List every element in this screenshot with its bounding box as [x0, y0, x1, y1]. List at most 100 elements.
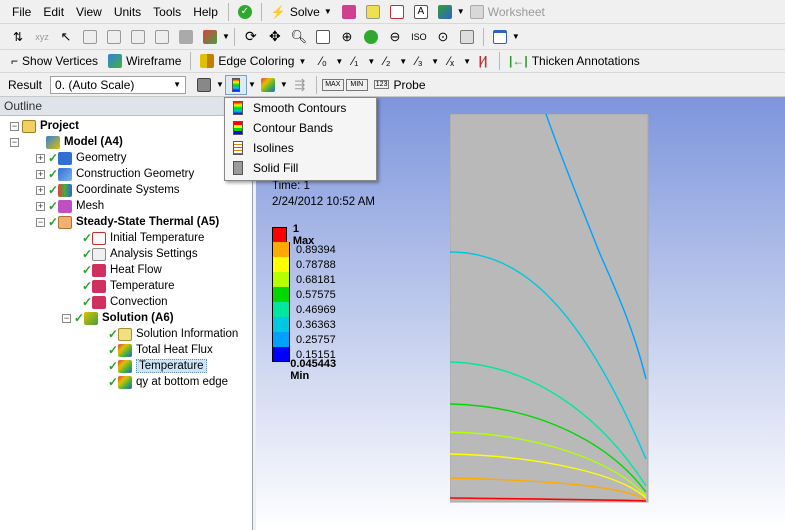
menu-help[interactable]: Help — [187, 1, 224, 23]
tree-node-solution-information[interactable]: ✓ Solution Information — [108, 326, 238, 342]
chevron-down-icon[interactable]: ▼ — [248, 80, 256, 89]
zoom-fit-icon[interactable]: ⊕ — [336, 27, 358, 47]
tree-node-temperature-bc[interactable]: ✓ Temperature — [82, 278, 175, 294]
tree-node-coordinate-systems[interactable]: + ✓ Coordinate Systems — [36, 182, 180, 198]
coordinate-select-icon: xyz — [35, 31, 49, 42]
probe-tool-icon[interactable] — [338, 2, 360, 22]
menu-edit[interactable]: Edit — [37, 1, 70, 23]
probe-icon: 123 — [373, 80, 390, 89]
chevron-down-icon[interactable]: ▼ — [399, 57, 407, 66]
edge-style-1-icon[interactable]: ⁄₁ — [344, 51, 366, 71]
comment-icon[interactable] — [362, 2, 384, 22]
probe-button[interactable]: 123 Probe — [369, 75, 431, 95]
chevron-down-icon[interactable]: ▼ — [457, 7, 465, 16]
max-icon[interactable]: MAX — [321, 78, 344, 91]
select-mode-icon[interactable]: ⇅ — [7, 27, 29, 47]
menu-file[interactable]: File — [6, 1, 37, 23]
cube-select-icon[interactable] — [199, 27, 221, 47]
geometry-display-icon[interactable] — [193, 75, 215, 95]
tree-node-model[interactable]: − Model (A4) — [10, 134, 123, 150]
legend-swatch — [272, 302, 290, 317]
chevron-down-icon[interactable]: ▼ — [367, 57, 375, 66]
collapse-icon[interactable]: − — [36, 217, 45, 227]
chevron-down-icon[interactable]: ▼ — [431, 57, 439, 66]
select-body-icon[interactable] — [151, 27, 173, 47]
edge-toolbar: ⌐ Show Vertices Wireframe Edge Coloring … — [0, 50, 785, 73]
wireframe-button[interactable]: Wireframe — [103, 51, 186, 71]
result-icon — [118, 359, 132, 373]
solve-button[interactable]: ⚡ Solve ▼ — [266, 2, 337, 22]
box-zoom-icon[interactable] — [312, 27, 334, 47]
zoom-to-fit-icon[interactable] — [360, 27, 382, 47]
menu-view[interactable]: View — [70, 1, 108, 23]
expand-icon[interactable]: + — [36, 201, 45, 211]
tree-node-analysis-settings[interactable]: ✓ Analysis Settings — [82, 246, 198, 262]
collapse-icon[interactable]: − — [10, 121, 19, 131]
vector-icon: ⇶ — [294, 76, 306, 92]
checkmark-icon: ✓ — [48, 183, 59, 197]
chevron-down-icon[interactable]: ▼ — [512, 32, 520, 41]
menu-item-smooth-contours[interactable]: Smooth Contours — [225, 98, 376, 118]
tree-node-total-heat-flux[interactable]: ✓ Total Heat Flux — [108, 342, 213, 358]
select-vertex-icon[interactable] — [79, 27, 101, 47]
chevron-down-icon[interactable]: ▼ — [335, 57, 343, 66]
min-icon[interactable]: MIN — [345, 78, 368, 91]
tree-node-geometry[interactable]: + ✓ Geometry — [36, 150, 127, 166]
edge-style-2-icon[interactable]: ⁄₂ — [376, 51, 398, 71]
tree-node-construction-geometry[interactable]: + ✓ Construction Geometry — [36, 166, 194, 182]
menu-tools[interactable]: Tools — [147, 1, 187, 23]
menu-item-isolines[interactable]: Isolines — [225, 138, 376, 158]
previous-view-icon[interactable]: ISO — [408, 27, 430, 47]
edge-style-0-icon[interactable]: ⁄₀ — [312, 51, 334, 71]
edge-style-x-icon[interactable]: ⁄ₓ — [440, 51, 462, 71]
collapse-icon[interactable]: − — [10, 137, 19, 147]
contour-type-icon[interactable] — [224, 74, 247, 95]
chart-icon[interactable] — [386, 2, 408, 22]
magnifier-icon[interactable]: ⊖ — [384, 27, 406, 47]
select-node-icon[interactable] — [175, 27, 197, 47]
edge-coloring-button[interactable]: Edge Coloring ▼ — [195, 51, 311, 71]
pan-icon[interactable]: ✥ — [264, 27, 286, 47]
tree-node-solution[interactable]: − ✓ Solution (A6) — [62, 310, 174, 326]
print-icon[interactable] — [456, 27, 478, 47]
image-icon[interactable] — [434, 2, 456, 22]
legend-entry: 0.89394 — [272, 242, 336, 257]
check-icon[interactable]: ✓ — [234, 2, 256, 22]
next-view-icon[interactable]: ⊙ — [432, 27, 454, 47]
tree-node-steady-state-thermal[interactable]: − ✓ Steady-State Thermal (A5) — [36, 214, 219, 230]
legend-swatch — [272, 272, 290, 287]
expand-icon[interactable]: + — [36, 169, 45, 179]
expand-icon[interactable]: + — [36, 153, 45, 163]
select-edge-icon[interactable] — [103, 27, 125, 47]
tree-node-heat-flow[interactable]: ✓ Heat Flow — [82, 262, 162, 278]
tree-node-temperature-result[interactable]: ✓ Temperature — [108, 358, 207, 374]
tree-node-convection[interactable]: ✓ Convection — [82, 294, 168, 310]
tree-node-project[interactable]: − Project — [10, 118, 79, 134]
edge-style-3-icon[interactable]: ⁄₃ — [408, 51, 430, 71]
show-vertices-button[interactable]: ⌐ Show Vertices — [6, 51, 103, 71]
mesh-icon — [58, 199, 72, 213]
thicken-annotations-button[interactable]: |←| Thicken Annotations — [504, 51, 645, 71]
tree-node-mesh[interactable]: + ✓ Mesh — [36, 198, 104, 214]
menu-item-contour-bands[interactable]: Contour Bands — [225, 118, 376, 138]
collapse-icon[interactable]: − — [62, 313, 71, 323]
annotation-icon[interactable]: A — [410, 2, 432, 22]
select-face-icon[interactable] — [127, 27, 149, 47]
menu-item-solid-fill[interactable]: Solid Fill — [225, 158, 376, 178]
rotate-icon[interactable]: ⟳ — [240, 27, 262, 47]
tree-node-qy-bottom-edge[interactable]: ✓ qy at bottom edge — [108, 374, 228, 390]
chevron-down-icon[interactable]: ▼ — [216, 80, 224, 89]
scale-combo[interactable]: 0. (Auto Scale) ▼ — [50, 75, 187, 94]
thin-edge-icon[interactable]: |⁄| — [472, 51, 494, 71]
chevron-down-icon[interactable]: ▼ — [280, 80, 288, 89]
expand-icon[interactable]: + — [36, 185, 45, 195]
cursor-icon[interactable]: ↖ — [55, 27, 77, 47]
chevron-down-icon[interactable]: ▼ — [222, 32, 230, 41]
menu-units[interactable]: Units — [108, 1, 147, 23]
project-icon — [22, 119, 36, 133]
chevron-down-icon[interactable]: ▼ — [463, 57, 471, 66]
zoom-icon[interactable]: 🔍︎ — [288, 27, 310, 47]
edges-display-icon[interactable] — [257, 75, 279, 95]
tree-node-initial-temperature[interactable]: ✓ Initial Temperature — [82, 230, 204, 246]
window-icon[interactable] — [489, 27, 511, 47]
